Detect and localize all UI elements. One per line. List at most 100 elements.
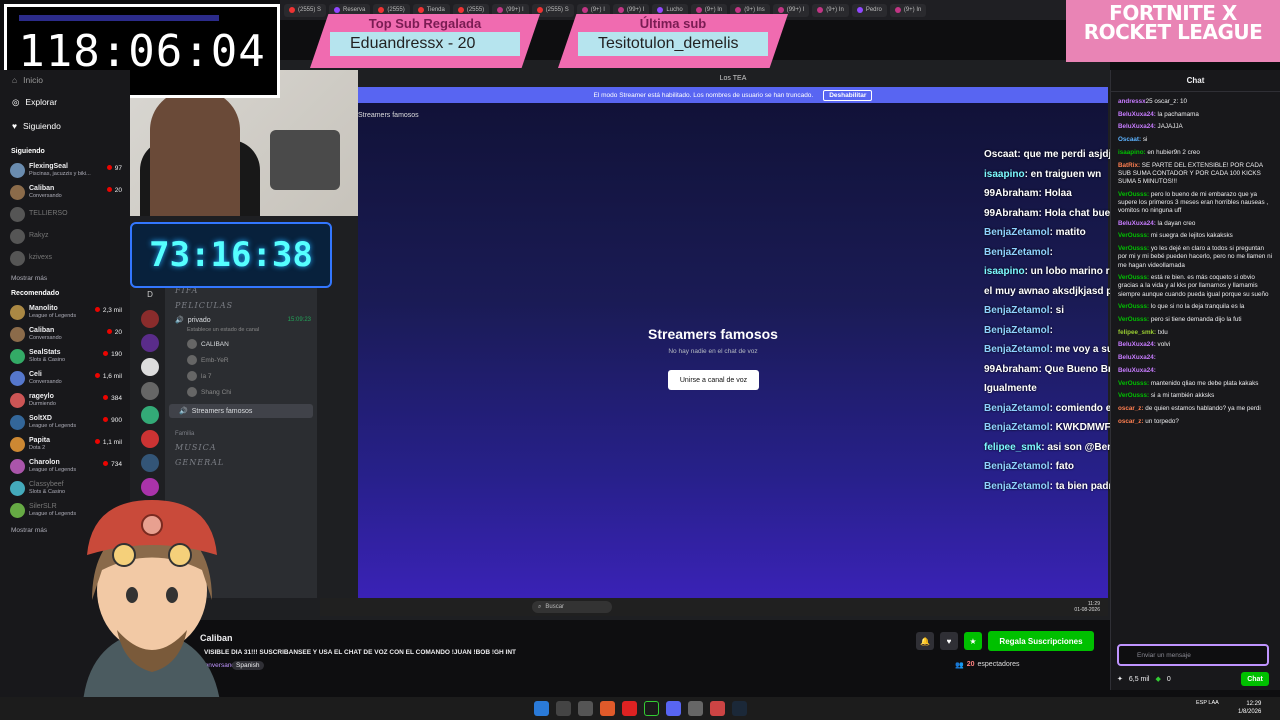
bits-icon[interactable]: ◆ — [1156, 675, 1161, 683]
chat-message: VerOusss: si a mi también akksks — [1118, 392, 1274, 400]
search-icon[interactable] — [556, 701, 571, 716]
browser-tab[interactable]: Pedro — [851, 3, 887, 17]
tab-favicon-icon — [856, 7, 863, 13]
nav-home[interactable]: ⌂ Inicio — [0, 70, 130, 90]
chat-username[interactable]: BeluXuxa24: — [1118, 111, 1156, 118]
browser-tab[interactable]: (9+) In — [889, 3, 927, 17]
sidebar-channel[interactable]: FlexingSeal Piscinas, jacuzzis y biki... 9… — [0, 159, 130, 181]
nav-following[interactable]: ♥ Siguiendo — [0, 114, 130, 138]
sidebar-channel[interactable]: SealStats Slots & Casino 190 — [0, 345, 130, 367]
disable-streamer-button[interactable]: Deshabilitar — [823, 90, 873, 101]
channel-points-icon[interactable]: ✦ — [1117, 675, 1123, 683]
discord-icon[interactable] — [666, 701, 681, 716]
media-player-icon[interactable] — [622, 701, 637, 716]
chat-username[interactable]: BatRix: — [1118, 162, 1140, 169]
voice-user[interactable]: la 7 — [165, 368, 317, 384]
chat-username[interactable]: VerOusss: — [1118, 274, 1149, 281]
sidebar-channel[interactable]: Manolito League of Legends 2,3 mil — [0, 301, 130, 323]
viewers-icon: 👥 — [955, 662, 964, 669]
chat-username[interactable]: oscar_z: — [1118, 418, 1144, 425]
category-peliculas[interactable]: PELICULAS — [165, 298, 317, 313]
server-icon[interactable]: D — [141, 286, 159, 304]
taskbar-clock[interactable]: 12:29 1/8/2026 — [1238, 700, 1261, 716]
heart-follow-icon[interactable]: ♥ — [940, 632, 958, 650]
voice-user-name: Shang Chi — [201, 388, 232, 396]
chat-username[interactable]: BeluXuxa24: — [1118, 367, 1156, 374]
chat-text: lo que si no la deja tranquila es la — [1149, 303, 1245, 311]
gift-subs-button[interactable]: Regala Suscripciones — [988, 631, 1094, 651]
sidebar-channel[interactable]: Celi Conversando 1,6 mil — [0, 367, 130, 389]
show-more-following[interactable]: Mostrar más — [0, 269, 130, 286]
sidebar-channel[interactable]: Charolon League of Legends 734 — [0, 455, 130, 477]
chat-username[interactable]: VerOusss: — [1118, 232, 1149, 239]
channel-private[interactable]: 🔊 privado 15:09:23 — [165, 313, 317, 327]
channel-name: Caliban — [29, 184, 55, 192]
nav-explore[interactable]: ◎ Explorar — [0, 90, 130, 114]
voice-user[interactable]: Shang Chi — [165, 384, 317, 400]
channel-name: Rakyz — [29, 232, 49, 239]
server-icon[interactable] — [141, 430, 159, 448]
overlay-chat-text: : si — [1049, 305, 1065, 316]
server-icon[interactable] — [141, 406, 159, 424]
chat-username[interactable]: VerOusss: — [1118, 191, 1149, 198]
channel-streamers-famosos[interactable]: 🔊 Streamers famosos — [169, 404, 313, 418]
sidebar-channel[interactable]: rageylo Durmiendo 384 — [0, 389, 130, 411]
chat-username[interactable]: VerOusss: — [1118, 303, 1149, 310]
chat-username[interactable]: BeluXuxa24: — [1118, 341, 1156, 348]
chat-username[interactable]: oscar_z: — [1118, 405, 1144, 412]
chat-input[interactable]: Enviar un mensaje — [1117, 644, 1269, 666]
chat-text: la pachamama — [1155, 110, 1199, 118]
sidebar-channel[interactable]: Caliban Conversando 20 — [0, 181, 130, 203]
heart-icon: ♥ — [12, 121, 18, 131]
server-icon[interactable] — [141, 382, 159, 400]
steam-icon[interactable] — [732, 701, 747, 716]
overlay-chat-user: BenjaZetamol — [984, 344, 1050, 355]
kick-app-icon[interactable] — [644, 701, 659, 716]
task-view-icon[interactable] — [578, 701, 593, 716]
nav-explore-label: Explorar — [25, 97, 58, 107]
server-icon[interactable] — [141, 334, 159, 352]
chat-username[interactable]: BeluXuxa24: — [1118, 220, 1156, 227]
sub-icon[interactable]: ★ — [964, 632, 982, 650]
channel-points-value: 6,5 mil — [1128, 675, 1150, 683]
sidebar-channel[interactable]: TELLIERSO — [0, 203, 130, 225]
category-family[interactable]: Familia — [165, 428, 317, 440]
notification-bell-icon[interactable]: 🔔 — [916, 632, 934, 650]
sidebar-channel[interactable]: Rakyz — [0, 225, 130, 247]
chat-username[interactable]: VerOusss: — [1118, 245, 1149, 252]
browser-tab[interactable]: (9+) In — [812, 3, 849, 17]
chat-username[interactable]: VerOusss: — [1118, 316, 1149, 323]
chat-username[interactable]: Oscaat: — [1118, 136, 1141, 143]
channel-general[interactable]: GENERAL — [165, 455, 317, 470]
obs-icon[interactable] — [688, 701, 703, 716]
server-icon[interactable] — [141, 310, 159, 328]
brave-browser-icon[interactable] — [600, 701, 615, 716]
chat-username[interactable]: felipee_smk: — [1118, 329, 1156, 336]
chat-username[interactable]: andressx — [1118, 98, 1146, 105]
server-icon[interactable] — [141, 358, 159, 376]
sidebar-channel[interactable]: Caliban Conversando 20 — [0, 323, 130, 345]
chat-message: VerOusss: yo les dejé en claro a todos s… — [1118, 245, 1274, 270]
app-icon[interactable] — [710, 701, 725, 716]
voice-user[interactable]: CALIBAN — [165, 336, 317, 352]
chat-send-button[interactable]: Chat — [1241, 672, 1269, 686]
voice-user[interactable]: Emb-YeR — [165, 352, 317, 368]
last-sub-value: Tesitotulon_demelis — [578, 32, 768, 56]
chat-username[interactable]: BeluXuxa24: — [1118, 123, 1156, 130]
chat-username[interactable]: BeluXuxa24: — [1118, 354, 1156, 361]
tab-favicon-icon — [894, 7, 901, 13]
avatar — [10, 370, 25, 386]
join-voice-button[interactable]: Unirse a canal de voz — [668, 370, 759, 390]
sidebar-channel[interactable]: Papita Dota 2 1,1 mil — [0, 433, 130, 455]
windows-start-icon[interactable] — [534, 701, 549, 716]
sidebar-channel[interactable]: SoltXD League of Legends 900 — [0, 411, 130, 433]
sidebar-channel[interactable]: kzivexs — [0, 247, 130, 269]
chat-input-placeholder: Enviar un mensaje — [1137, 651, 1191, 659]
browser-tab[interactable]: (2555) S — [284, 3, 327, 17]
chat-username[interactable]: isaapino: — [1118, 149, 1146, 156]
chat-username[interactable]: VerOusss: — [1118, 380, 1149, 387]
taskbar-language[interactable]: ESP LAA — [1196, 700, 1219, 707]
channel-musica[interactable]: MUSICA — [165, 440, 317, 455]
chat-username[interactable]: VerOusss: — [1118, 392, 1149, 399]
server-icon[interactable] — [141, 454, 159, 472]
